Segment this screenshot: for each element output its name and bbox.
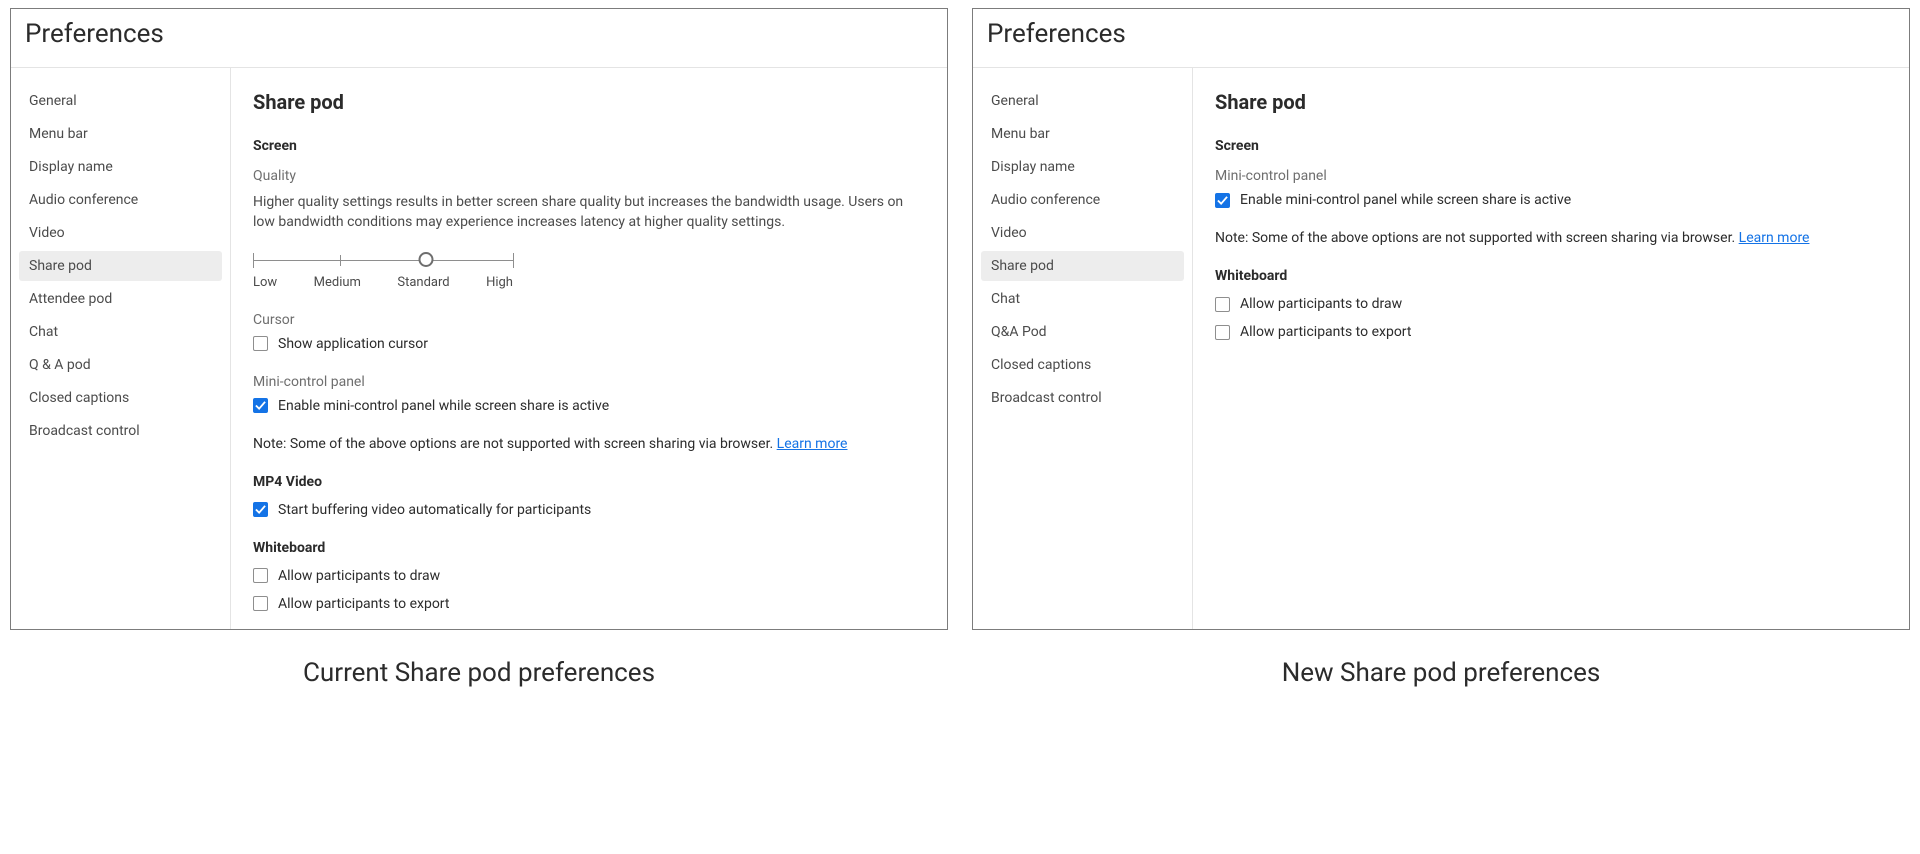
checkbox-label: Allow participants to export	[278, 596, 449, 612]
quality-slider[interactable]: Low Medium Standard High	[253, 253, 513, 290]
sidebar-item-share-pod[interactable]: Share pod	[981, 251, 1184, 281]
sidebar-item-menubar[interactable]: Menu bar	[19, 119, 222, 149]
mini-control-checkbox-row[interactable]: Enable mini-control panel while screen s…	[1215, 192, 1889, 208]
checkbox-label: Enable mini-control panel while screen s…	[278, 398, 609, 414]
screen-heading: Screen	[253, 138, 927, 154]
mini-control-heading: Mini-control panel	[1215, 168, 1889, 184]
learn-more-link[interactable]: Learn more	[1739, 230, 1810, 246]
checkbox-label: Allow participants to export	[1240, 324, 1411, 340]
cursor-heading: Cursor	[253, 312, 927, 328]
sidebar-item-display-name[interactable]: Display name	[981, 152, 1184, 182]
checkbox-icon[interactable]	[253, 502, 268, 517]
mini-control-group: Mini-control panel Enable mini-control p…	[1215, 168, 1889, 208]
caption-left: Current Share pod preferences	[10, 658, 948, 688]
content-title: Share pod	[253, 90, 927, 114]
checkbox-icon[interactable]	[1215, 297, 1230, 312]
content-title: Share pod	[1215, 90, 1889, 114]
sidebar-item-closed-captions[interactable]: Closed captions	[981, 350, 1184, 380]
checkbox-icon[interactable]	[253, 596, 268, 611]
mini-control-heading: Mini-control panel	[253, 374, 927, 390]
checkbox-label: Start buffering video automatically for …	[278, 502, 591, 518]
preferences-panel-current: Preferences General Menu bar Display nam…	[10, 8, 948, 630]
wb-draw-checkbox-row[interactable]: Allow participants to draw	[1215, 296, 1889, 312]
sidebar-item-general[interactable]: General	[19, 86, 222, 116]
whiteboard-heading: Whiteboard	[1215, 268, 1889, 284]
sidebar-item-broadcast-control[interactable]: Broadcast control	[19, 416, 222, 446]
captions-row: Current Share pod preferences New Share …	[10, 658, 1910, 688]
slider-labels: Low Medium Standard High	[253, 275, 513, 290]
sidebar-item-display-name[interactable]: Display name	[19, 152, 222, 182]
content-left: Share pod Screen Quality Higher quality …	[231, 68, 947, 629]
sidebar-left: General Menu bar Display name Audio conf…	[11, 68, 231, 629]
checkbox-icon[interactable]	[1215, 193, 1230, 208]
content-right: Share pod Screen Mini-control panel Enab…	[1193, 68, 1909, 629]
checkbox-icon[interactable]	[253, 398, 268, 413]
slider-track[interactable]	[253, 253, 513, 269]
panel-body: General Menu bar Display name Audio conf…	[973, 68, 1909, 629]
checkbox-icon[interactable]	[253, 568, 268, 583]
wb-draw-checkbox-row[interactable]: Allow participants to draw	[253, 568, 927, 584]
checkbox-label: Allow participants to draw	[278, 568, 440, 584]
quality-group: Quality Higher quality settings results …	[253, 168, 927, 290]
quality-heading: Quality	[253, 168, 927, 184]
mp4-heading: MP4 Video	[253, 474, 927, 490]
cursor-checkbox-row[interactable]: Show application cursor	[253, 336, 927, 352]
sidebar-item-closed-captions[interactable]: Closed captions	[19, 383, 222, 413]
whiteboard-group: Whiteboard Allow participants to draw Al…	[253, 540, 927, 612]
sidebar-item-broadcast-control[interactable]: Broadcast control	[981, 383, 1184, 413]
wb-export-checkbox-row[interactable]: Allow participants to export	[253, 596, 927, 612]
sidebar-item-chat[interactable]: Chat	[19, 317, 222, 347]
sidebar-item-menubar[interactable]: Menu bar	[981, 119, 1184, 149]
sidebar-right: General Menu bar Display name Audio conf…	[973, 68, 1193, 629]
sidebar-item-share-pod[interactable]: Share pod	[19, 251, 222, 281]
learn-more-link[interactable]: Learn more	[777, 436, 848, 452]
checkbox-label: Show application cursor	[278, 336, 428, 352]
sidebar-item-qa-pod[interactable]: Q&A Pod	[981, 317, 1184, 347]
note-text: Note: Some of the above options are not …	[1215, 230, 1889, 246]
checkbox-icon[interactable]	[253, 336, 268, 351]
sidebar-item-attendee-pod[interactable]: Attendee pod	[19, 284, 222, 314]
sidebar-item-qa-pod[interactable]: Q & A pod	[19, 350, 222, 380]
checkbox-label: Allow participants to draw	[1240, 296, 1402, 312]
checkbox-icon[interactable]	[1215, 325, 1230, 340]
cursor-group: Cursor Show application cursor	[253, 312, 927, 352]
whiteboard-group: Whiteboard Allow participants to draw Al…	[1215, 268, 1889, 340]
caption-right: New Share pod preferences	[972, 658, 1910, 688]
panel-title: Preferences	[973, 9, 1909, 68]
wb-export-checkbox-row[interactable]: Allow participants to export	[1215, 324, 1889, 340]
checkbox-label: Enable mini-control panel while screen s…	[1240, 192, 1571, 208]
sidebar-item-audio-conference[interactable]: Audio conference	[981, 185, 1184, 215]
mini-control-group: Mini-control panel Enable mini-control p…	[253, 374, 927, 414]
mp4-checkbox-row[interactable]: Start buffering video automatically for …	[253, 502, 927, 518]
preferences-panel-new: Preferences General Menu bar Display nam…	[972, 8, 1910, 630]
note-text: Note: Some of the above options are not …	[253, 436, 927, 452]
sidebar-item-chat[interactable]: Chat	[981, 284, 1184, 314]
panel-body: General Menu bar Display name Audio conf…	[11, 68, 947, 629]
whiteboard-heading: Whiteboard	[253, 540, 927, 556]
sidebar-item-general[interactable]: General	[981, 86, 1184, 116]
sidebar-item-video[interactable]: Video	[981, 218, 1184, 248]
screen-heading: Screen	[1215, 138, 1889, 154]
sidebar-item-video[interactable]: Video	[19, 218, 222, 248]
mini-control-checkbox-row[interactable]: Enable mini-control panel while screen s…	[253, 398, 927, 414]
slider-handle[interactable]	[419, 252, 434, 267]
panel-title: Preferences	[11, 9, 947, 68]
quality-description: Higher quality settings results in bette…	[253, 192, 927, 233]
mp4-group: MP4 Video Start buffering video automati…	[253, 474, 927, 518]
sidebar-item-audio-conference[interactable]: Audio conference	[19, 185, 222, 215]
